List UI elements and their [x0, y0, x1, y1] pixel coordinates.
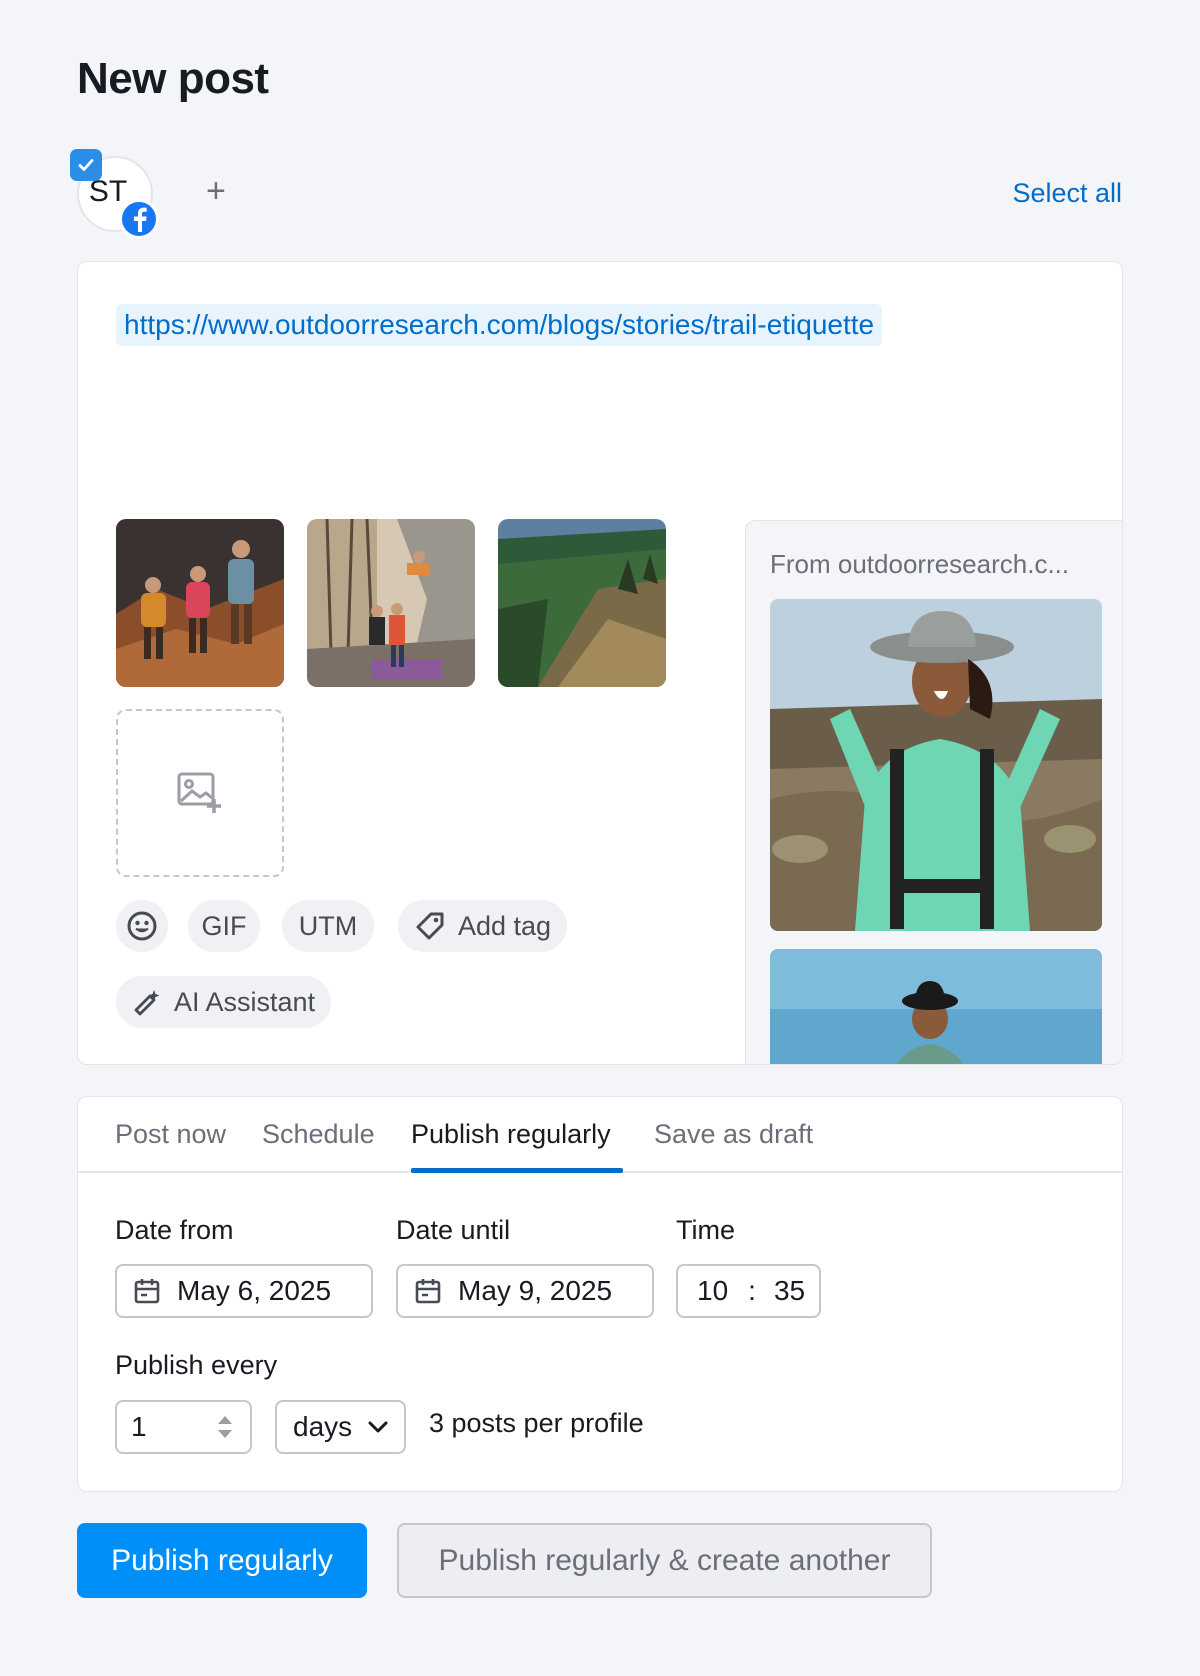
date-from-label: Date from	[115, 1215, 234, 1245]
smiley-icon	[127, 911, 157, 941]
publish-every-label: Publish every	[115, 1350, 278, 1380]
preview-source: From outdoorresearch.c...	[770, 549, 1070, 579]
calendar-icon	[415, 1279, 441, 1304]
date-until-label: Date until	[396, 1215, 511, 1245]
stepper-arrows-icon	[218, 1416, 232, 1438]
time-field[interactable]: 10 : 35	[676, 1264, 821, 1318]
page-title: New post	[77, 54, 269, 103]
thumbnail-forest[interactable]	[498, 519, 666, 687]
add-tag-button[interactable]: Add tag	[398, 900, 568, 952]
tab-post-now[interactable]: Post now	[115, 1119, 226, 1150]
add-tag-label: Add tag	[458, 910, 552, 941]
time-hours[interactable]: 10	[697, 1275, 728, 1307]
date-until-value: May 9, 2025	[458, 1275, 613, 1306]
thumbnail-climbers[interactable]	[307, 519, 475, 687]
post-editor: https://www.outdoorresearch.com/blogs/st…	[77, 261, 1123, 1065]
select-all-link[interactable]: Select all	[1012, 178, 1122, 209]
date-from-field[interactable]: May 6, 2025	[115, 1264, 373, 1318]
tag-icon	[416, 912, 444, 940]
publish-regularly-button[interactable]: Publish regularly	[77, 1523, 367, 1598]
preview-image-hiker-hat[interactable]	[770, 599, 1102, 931]
tab-publish-regularly[interactable]: Publish regularly	[411, 1119, 611, 1150]
active-tab-indicator	[411, 1168, 623, 1173]
tab-schedule[interactable]: Schedule	[262, 1119, 375, 1150]
utm-button[interactable]: UTM	[282, 900, 374, 952]
image-add-icon	[177, 772, 221, 813]
upload-image-button[interactable]	[116, 709, 284, 877]
calendar-icon	[134, 1279, 160, 1304]
ai-assistant-label: AI Assistant	[174, 986, 316, 1017]
profile-selected-checkbox[interactable]	[70, 149, 102, 181]
interval-stepper[interactable]: 1	[115, 1400, 252, 1454]
time-separator: :	[748, 1275, 756, 1306]
emoji-button[interactable]	[116, 900, 168, 952]
chevron-down-icon	[368, 1421, 388, 1433]
facebook-icon	[119, 199, 159, 239]
gif-button[interactable]: GIF	[188, 900, 260, 952]
schedule-panel: Post now Schedule Publish regularly Save…	[77, 1096, 1123, 1492]
date-from-value: May 6, 2025	[177, 1275, 332, 1306]
publish-and-create-another-button[interactable]: Publish regularly & create another	[397, 1523, 932, 1598]
thumbnail-hikers[interactable]	[116, 519, 284, 687]
time-label: Time	[676, 1215, 735, 1245]
preview-image-hiker-bucket-hat[interactable]	[770, 949, 1102, 1064]
date-until-field[interactable]: May 9, 2025	[396, 1264, 654, 1318]
tab-save-as-draft[interactable]: Save as draft	[654, 1119, 813, 1150]
interval-unit-select[interactable]: days	[275, 1400, 406, 1454]
interval-value: 1	[131, 1411, 147, 1442]
interval-unit-value: days	[293, 1411, 353, 1442]
post-link[interactable]: https://www.outdoorresearch.com/blogs/st…	[116, 304, 883, 346]
magic-wand-icon	[134, 990, 160, 1016]
time-minutes[interactable]: 35	[774, 1275, 805, 1307]
link-preview: From outdoorresearch.c...	[745, 520, 1122, 1064]
check-icon	[78, 159, 94, 171]
posts-per-profile-summary: 3 posts per profile	[429, 1408, 644, 1438]
add-profile-button[interactable]: +	[206, 174, 226, 208]
ai-assistant-button[interactable]: AI Assistant	[116, 976, 332, 1028]
publish-mode-tabs: Post now Schedule Publish regularly Save…	[78, 1097, 1122, 1173]
